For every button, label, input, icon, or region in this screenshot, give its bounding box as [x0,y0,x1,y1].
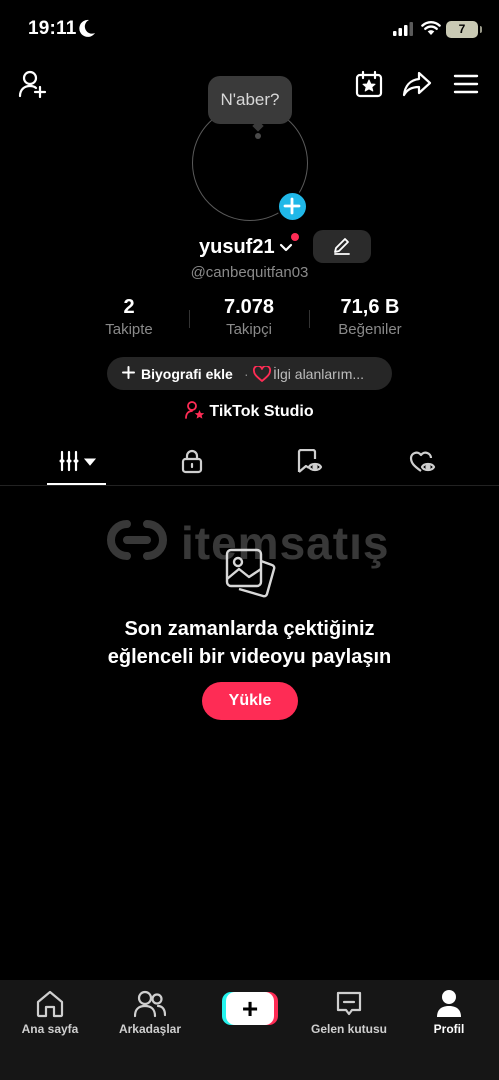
studio-label: TikTok Studio [209,403,314,420]
status-bubble[interactable]: N'aber? [208,76,292,124]
studio-person-icon [185,401,205,419]
stat-value: 7.078 [223,296,275,318]
plus-icon: + [226,992,274,1025]
wifi-icon [421,20,441,36]
nav-home-label: Ana sayfa [21,1022,79,1036]
stat-likes[interactable]: 71,6 B Beğeniler [320,296,420,338]
stat-label: Takipte [105,321,153,338]
stat-divider [309,310,310,328]
stat-value: 71,6 B [340,296,400,318]
nav-friends-label: Arkadaşlar [118,1022,182,1036]
plus-icon [122,366,135,379]
battery-indicator: 7 [446,21,482,38]
empty-state-line2: eğlenceli bir videoyu paylaşın [107,646,392,668]
profile-icon [436,989,462,1018]
tiktok-studio-link[interactable]: TikTok Studio [0,401,499,421]
interests-button[interactable]: İlgi alanlarım... [273,366,364,382]
user-handle: @canbequitfan03 [190,264,309,281]
nav-profile-label: Profil [433,1022,465,1036]
empty-state-line1: Son zamanlarda çektiğiniz [124,618,375,640]
lock-tab-icon[interactable] [180,449,204,474]
nav-inbox[interactable]: Gelen kutusu [299,980,399,1036]
stat-value: 2 [123,296,135,318]
add-friend-icon[interactable] [18,70,48,98]
moon-icon [79,19,96,38]
bio-separator: · [244,366,249,382]
friends-icon [134,990,166,1018]
nav-inbox-label: Gelen kutusu [310,1022,387,1036]
add-bio-button[interactable]: Biyografi ekle [141,366,233,382]
stat-followers[interactable]: 7.078 Takipçi [199,296,299,338]
nav-profile[interactable]: Profil [399,980,499,1036]
stat-label: Takipçi [226,321,272,338]
bottom-navigation: Ana sayfa Arkadaşlar + Gelen kutusu Prof… [0,980,499,1080]
bookmark-eye-tab-icon[interactable] [297,449,323,474]
tabs-divider [0,485,499,486]
stat-label: Beğeniler [338,321,402,338]
stat-divider [189,310,190,328]
chevron-down-icon[interactable] [279,240,293,254]
share-icon[interactable] [402,71,432,97]
add-avatar-button[interactable] [277,191,308,222]
status-time: 19:11 [28,18,77,39]
liked-hidden-tab-icon[interactable] [409,449,437,474]
username[interactable]: yusuf21 [199,236,275,259]
create-button[interactable]: + [222,992,278,1025]
videos-grid-tab-icon[interactable] [58,450,98,472]
bubble-dot [255,133,261,139]
nav-home[interactable]: Ana sayfa [0,980,100,1036]
bio-pill[interactable]: Biyografi ekle · İlgi alanlarım... [107,357,392,390]
menu-icon[interactable] [453,73,479,95]
calendar-star-icon[interactable] [355,70,383,98]
home-icon [35,990,65,1018]
empty-state-message: Son zamanlarda çektiğiniz eğlenceli bir … [0,615,499,671]
heart-icon [253,366,271,382]
stat-following[interactable]: 2 Takipte [79,296,179,338]
edit-profile-button[interactable] [313,230,371,263]
photo-stack-icon [223,547,277,601]
notification-dot [291,233,299,241]
watermark-text: itemsatış [181,517,390,569]
nav-friends[interactable]: Arkadaşlar [100,980,200,1036]
cellular-signal-icon [393,22,413,36]
inbox-icon [335,990,363,1018]
upload-button[interactable]: Yükle [202,682,298,720]
